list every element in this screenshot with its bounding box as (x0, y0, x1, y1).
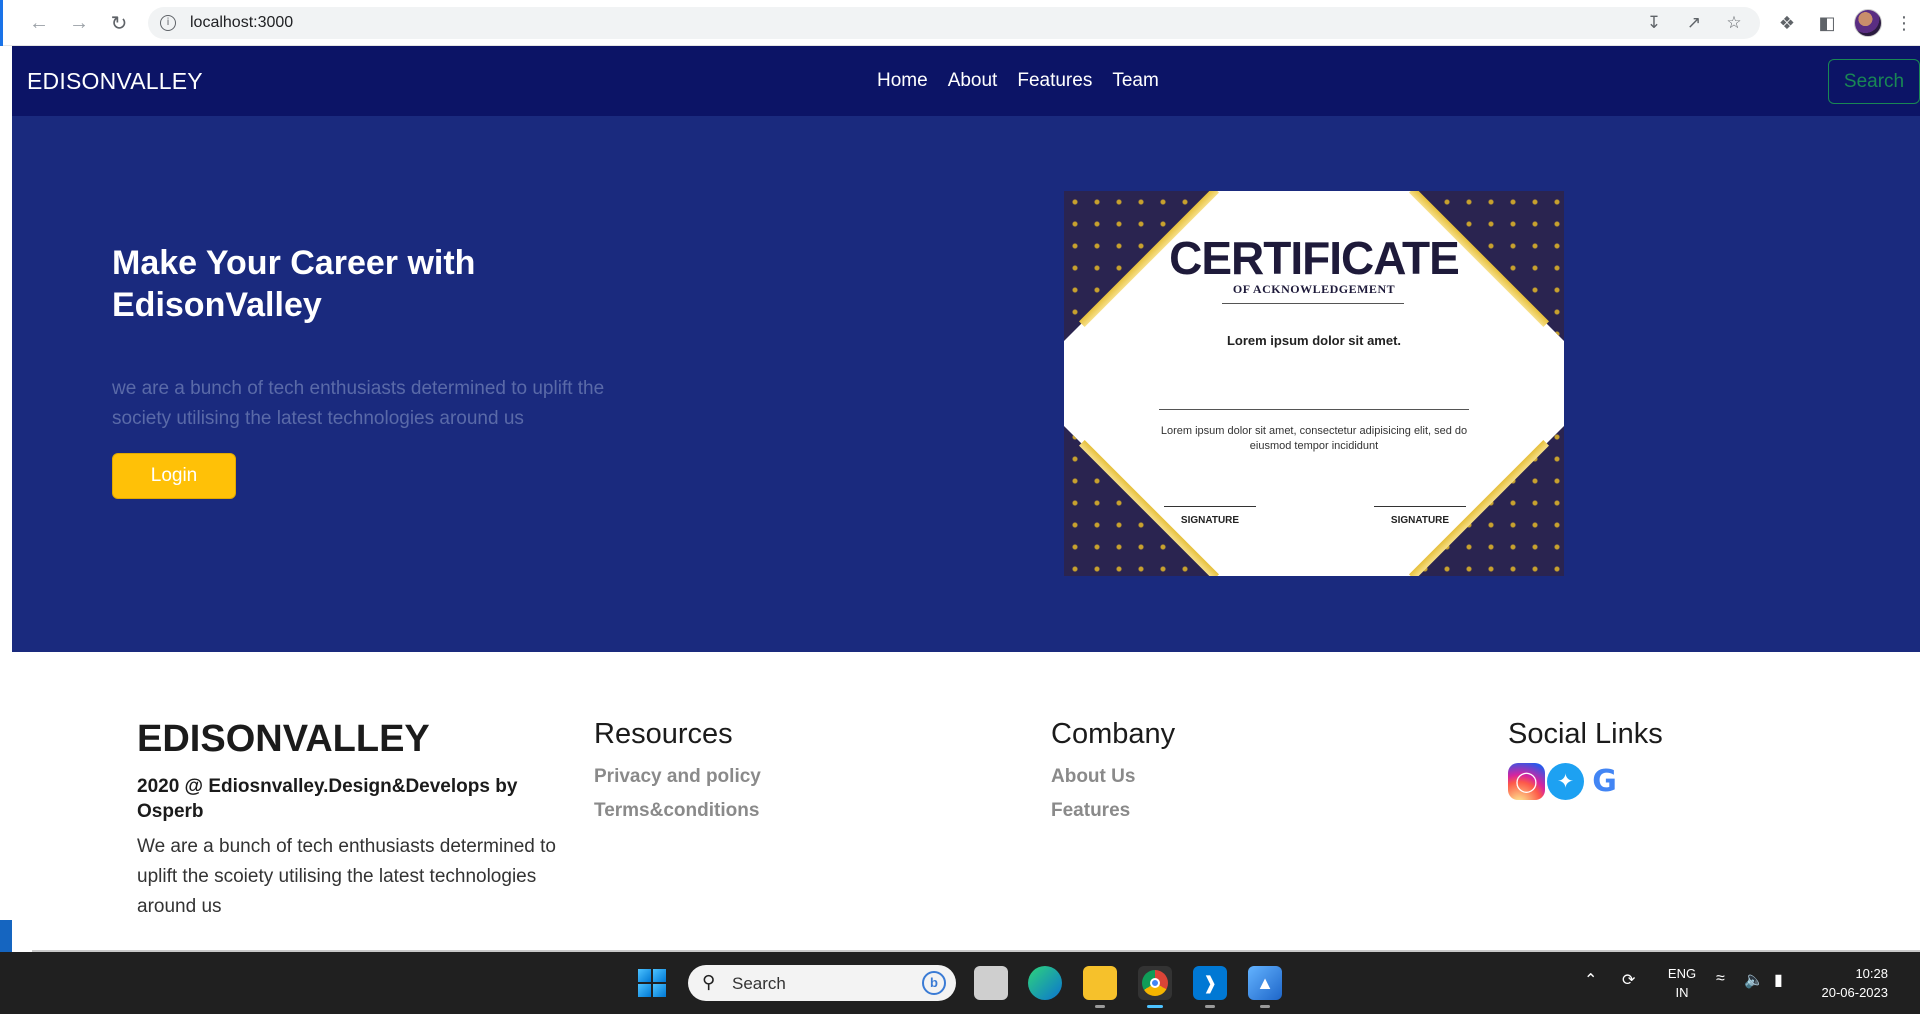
battery-icon[interactable]: ▮ (1774, 970, 1783, 990)
footer-brand: EDISONVALLEY (137, 718, 430, 760)
region-code: IN (1675, 985, 1689, 1000)
sync-icon[interactable]: ⟳ (1622, 970, 1635, 990)
clock-date: 20-06-2023 (1821, 985, 1889, 1000)
address-bar-url[interactable]: localhost:3000 (190, 14, 293, 32)
certificate-line2: Lorem ipsum dolor sit amet, consectetur … (1160, 425, 1468, 452)
web-page: EDISONVALLEY Home About Features Team Se… (12, 46, 1920, 954)
login-button[interactable]: Login (112, 453, 236, 499)
share-icon[interactable]: ↗ (1684, 13, 1704, 33)
footer-link-about-us[interactable]: About Us (1051, 766, 1135, 788)
browser-toolbar: ← → ↻ i localhost:3000 ↧ ↗ ☆ ❖ ◧ ⋮ (0, 0, 1920, 46)
certificate-divider (1222, 303, 1404, 304)
edge-browser-icon[interactable] (1028, 966, 1062, 1000)
certificate-line1: Lorem ipsum dolor sit amet. (1226, 333, 1402, 348)
search-button[interactable]: Search (1828, 59, 1920, 104)
footer-social-heading: Social Links (1508, 718, 1663, 750)
nav-link-features[interactable]: Features (1017, 70, 1092, 92)
vscode-icon[interactable]: ❱ (1193, 966, 1227, 1008)
footer: EDISONVALLEY 2020 @ Ediosnvalley.Design&… (12, 652, 1920, 952)
task-view-icon[interactable] (974, 966, 1008, 1000)
instagram-icon[interactable]: ◯ (1508, 763, 1545, 800)
certificate-image: CERTIFICATE OF ACKNOWLEDGEMENT Lorem ips… (1064, 191, 1564, 576)
wifi-icon[interactable]: ≈ (1716, 970, 1725, 988)
signature-line-right (1374, 506, 1466, 507)
nav-link-home[interactable]: Home (877, 70, 928, 92)
taskbar-search-label[interactable]: Search (732, 974, 786, 994)
profile-avatar[interactable] (1854, 9, 1882, 37)
install-icon[interactable]: ↧ (1644, 13, 1664, 33)
nav-links: Home About Features Team (877, 70, 1159, 92)
side-panel-icon[interactable]: ◧ (1815, 11, 1839, 35)
navbar-brand[interactable]: EDISONVALLEY (27, 68, 203, 95)
hero-title: Make Your Career with EdisonValley (112, 244, 476, 324)
footer-company-heading: Combany (1051, 718, 1176, 750)
file-explorer-icon[interactable] (1083, 966, 1117, 1008)
nav-link-team[interactable]: Team (1112, 70, 1158, 92)
windows-taskbar: ⚲ Search b ❱ ▲ ⌃ ⟳ ENG IN ≈ 🔈 ▮ 10:28 20… (0, 952, 1920, 1014)
footer-description: We are a bunch of tech enthusiasts deter… (137, 836, 556, 917)
taskbar-search[interactable]: ⚲ Search b (688, 965, 956, 1001)
footer-credit: 2020 @ Ediosnvalley.Design&Develops by O… (137, 776, 518, 822)
hero-section: Make Your Career with EdisonValley we ar… (12, 116, 1920, 652)
window-accent (0, 0, 3, 46)
back-arrow-icon[interactable]: ← (26, 10, 52, 36)
menu-kebab-icon[interactable]: ⋮ (1892, 11, 1916, 35)
social-links: ◯ ✦ G (1508, 763, 1623, 800)
extensions-icon[interactable]: ❖ (1775, 11, 1799, 35)
language-indicator[interactable]: ENG IN (1664, 964, 1700, 1002)
twitter-icon[interactable]: ✦ (1547, 763, 1584, 800)
reload-icon[interactable]: ↻ (106, 10, 132, 36)
navbar: EDISONVALLEY Home About Features Team Se… (12, 46, 1920, 116)
footer-link-privacy[interactable]: Privacy and policy (594, 766, 761, 788)
language-code: ENG (1667, 966, 1697, 981)
site-info-icon[interactable]: i (160, 15, 176, 31)
footer-link-features[interactable]: Features (1051, 800, 1130, 822)
certificate-name-line (1159, 409, 1469, 410)
chrome-browser-icon[interactable] (1138, 966, 1172, 1008)
certificate-title: CERTIFICATE (1169, 232, 1460, 284)
signature-label-right: SIGNATURE (1390, 515, 1450, 526)
bing-icon[interactable]: b (922, 971, 946, 995)
photos-icon[interactable]: ▲ (1248, 966, 1282, 1008)
window-edge-accent (0, 920, 12, 952)
windows-start-icon[interactable] (638, 969, 666, 997)
clock[interactable]: 10:28 20-06-2023 (1808, 964, 1889, 1002)
forward-arrow-icon[interactable]: → (66, 10, 92, 36)
signature-label-left: SIGNATURE (1180, 515, 1240, 526)
chevron-up-icon[interactable]: ⌃ (1584, 970, 1597, 990)
clock-time: 10:28 (1855, 966, 1888, 981)
footer-link-terms[interactable]: Terms&conditions (594, 800, 759, 822)
volume-icon[interactable]: 🔈 (1744, 970, 1764, 990)
search-icon: ⚲ (702, 972, 716, 992)
google-icon[interactable]: G (1586, 763, 1623, 800)
address-bar[interactable]: i localhost:3000 ↧ ↗ ☆ (148, 7, 1760, 39)
footer-resources-heading: Resources (594, 718, 733, 750)
signature-line-left (1164, 506, 1256, 507)
certificate-subtitle: OF ACKNOWLEDGEMENT (1232, 282, 1396, 296)
hero-description: we are a bunch of tech enthusiasts deter… (112, 378, 605, 429)
nav-link-about[interactable]: About (948, 70, 998, 92)
bookmark-star-icon[interactable]: ☆ (1724, 13, 1744, 33)
